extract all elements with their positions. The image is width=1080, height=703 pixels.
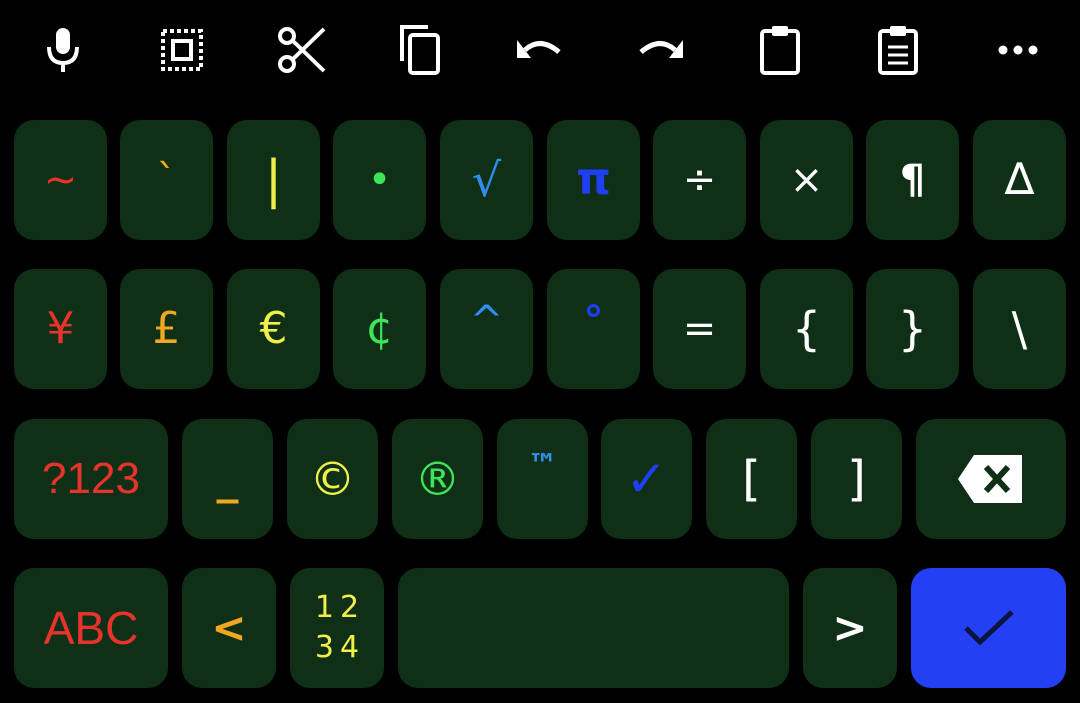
key-backspace[interactable]: [916, 419, 1066, 539]
key-right-bracket[interactable]: ]: [811, 419, 902, 539]
key-pilcrow[interactable]: ¶: [866, 120, 959, 240]
microphone-icon[interactable]: [33, 22, 93, 78]
key-left-bracket[interactable]: [: [706, 419, 797, 539]
redo-icon[interactable]: [630, 22, 690, 78]
backspace-icon: [958, 455, 1022, 503]
key-left-brace[interactable]: {: [760, 269, 853, 389]
numpad-label: 12 34: [309, 588, 365, 668]
key-trademark[interactable]: ™: [497, 419, 588, 539]
key-euro[interactable]: €: [227, 269, 320, 389]
key-label: ABC: [43, 602, 139, 654]
key-label: €: [259, 303, 288, 354]
more-options-icon[interactable]: [988, 22, 1048, 78]
key-label: ~: [43, 157, 78, 203]
key-label: ¶: [899, 157, 926, 203]
key-label: =: [682, 306, 717, 352]
key-label: >: [832, 603, 868, 652]
key-label: ^: [469, 298, 504, 344]
clipboard-icon[interactable]: [750, 22, 810, 78]
key-caret[interactable]: ^: [440, 269, 533, 389]
key-cent[interactable]: ¢: [333, 269, 426, 389]
key-label: ∆: [1004, 154, 1035, 205]
key-checkmark[interactable]: ✓: [601, 419, 692, 539]
undo-icon[interactable]: [510, 22, 570, 78]
key-space[interactable]: [398, 568, 789, 688]
numpad-line-2: 34: [314, 630, 366, 665]
key-backtick[interactable]: `: [120, 120, 213, 240]
key-label: ©: [309, 452, 356, 506]
key-pipe[interactable]: |: [227, 120, 320, 240]
key-label: ™: [527, 448, 558, 483]
key-label: \: [1011, 302, 1028, 356]
checkmark-icon: [963, 610, 1014, 646]
key-tilde[interactable]: ~: [14, 120, 107, 240]
key-enter[interactable]: [911, 568, 1066, 688]
key-symbols-toggle[interactable]: ?123: [14, 419, 168, 539]
key-label: °: [583, 298, 604, 344]
key-bullet[interactable]: •: [333, 120, 426, 240]
key-label: ?123: [42, 454, 140, 503]
key-label: ]: [847, 451, 866, 507]
key-less-than[interactable]: <: [182, 568, 276, 688]
key-pound[interactable]: £: [120, 269, 213, 389]
key-degree[interactable]: °: [547, 269, 640, 389]
select-all-icon[interactable]: [152, 22, 212, 78]
key-label: £: [152, 303, 181, 354]
key-label: •: [367, 157, 392, 203]
key-equals[interactable]: =: [653, 269, 746, 389]
key-registered[interactable]: ®: [392, 419, 483, 539]
key-label: _: [216, 453, 239, 504]
key-backslash[interactable]: \: [973, 269, 1066, 389]
key-label: ¢: [365, 303, 394, 354]
key-greater-than[interactable]: >: [803, 568, 897, 688]
numpad-line-1: 12: [314, 590, 366, 625]
key-label: ✓: [625, 450, 668, 508]
key-divide[interactable]: ÷: [653, 120, 746, 240]
key-abc-toggle[interactable]: ABC: [14, 568, 168, 688]
key-label: √: [471, 153, 502, 207]
clipboard-list-icon[interactable]: [868, 22, 928, 78]
key-label: {: [791, 302, 822, 356]
copy-icon[interactable]: [390, 22, 450, 78]
key-label: ®: [414, 452, 461, 506]
key-sqrt[interactable]: √: [440, 120, 533, 240]
key-pi[interactable]: π: [547, 120, 640, 240]
key-label: ÷: [682, 157, 717, 203]
key-delta[interactable]: ∆: [973, 120, 1066, 240]
key-label: ¥: [46, 303, 75, 354]
key-label: ×: [789, 157, 824, 203]
key-right-brace[interactable]: }: [866, 269, 959, 389]
key-label: |: [264, 150, 283, 210]
key-label: <: [211, 603, 247, 652]
key-copyright[interactable]: ©: [287, 419, 378, 539]
key-label: }: [897, 302, 928, 356]
key-yen[interactable]: ¥: [14, 269, 107, 389]
clipboard-toolbar: [0, 0, 1080, 105]
key-underscore[interactable]: _: [182, 419, 273, 539]
key-label: [: [742, 451, 761, 507]
key-numpad[interactable]: 12 34: [290, 568, 384, 688]
cut-icon[interactable]: [272, 22, 332, 78]
key-multiply[interactable]: ×: [760, 120, 853, 240]
key-label: `: [156, 157, 177, 203]
key-label: π: [576, 154, 611, 205]
